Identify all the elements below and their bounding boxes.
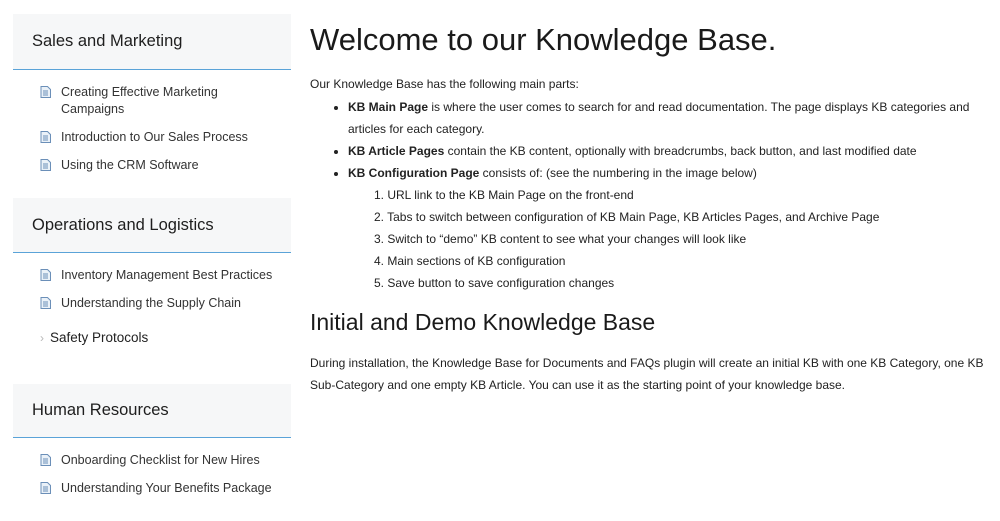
article-link[interactable]: Inventory Management Best Practices — [13, 267, 291, 284]
category-articles-list: Onboarding Checklist for New Hires Under… — [13, 438, 291, 497]
subcategory-title: Safety Protocols — [50, 330, 149, 345]
main-content: Welcome to our Knowledge Base. Our Knowl… — [310, 18, 995, 396]
document-icon — [40, 269, 51, 281]
list-item: KB Article Pages contain the KB content,… — [348, 140, 995, 162]
list-item: 5. Save button to save configuration cha… — [374, 276, 615, 290]
document-icon — [40, 297, 51, 309]
category-sales-and-marketing[interactable]: Sales and Marketing — [13, 14, 291, 70]
document-icon — [40, 482, 51, 494]
category-title: Human Resources — [32, 401, 169, 419]
document-icon — [40, 131, 51, 143]
article-title: Creating Effective Marketing Campaigns — [61, 85, 218, 116]
article-link[interactable]: Introduction to Our Sales Process — [13, 129, 291, 146]
article-link[interactable]: Understanding the Supply Chain — [13, 295, 291, 312]
article-link[interactable]: Understanding Your Benefits Package — [13, 480, 291, 497]
article-title: Onboarding Checklist for New Hires — [61, 453, 260, 467]
article-link[interactable]: Creating Effective Marketing Campaigns — [13, 84, 291, 118]
part-name: KB Main Page — [348, 100, 429, 114]
part-description: contain the KB content, optionally with … — [444, 144, 917, 158]
article-title: Understanding the Supply Chain — [61, 296, 241, 310]
article-link[interactable]: Using the CRM Software — [13, 157, 291, 174]
article-title: Introduction to Our Sales Process — [61, 130, 248, 144]
document-icon — [40, 454, 51, 466]
subcategory-safety-protocols[interactable]: › Safety Protocols — [13, 330, 291, 345]
part-name: KB Configuration Page — [348, 166, 480, 180]
part-description: is where the user comes to search for an… — [348, 100, 970, 136]
article-title: Understanding Your Benefits Package — [61, 481, 272, 495]
article-title: Inventory Management Best Practices — [61, 268, 273, 282]
body-paragraph: During installation, the Knowledge Base … — [310, 356, 984, 392]
list-item: KB Configuration Page consists of: (see … — [348, 162, 995, 294]
config-steps-list: 1. URL link to the KB Main Page on the f… — [348, 184, 995, 294]
category-articles-list: Creating Effective Marketing Campaigns I… — [13, 70, 291, 198]
list-item: 2. Tabs to switch between configuration … — [374, 210, 880, 224]
category-title: Sales and Marketing — [32, 32, 183, 50]
list-item: 1. URL link to the KB Main Page on the f… — [374, 188, 634, 202]
list-item: 3. Switch to “demo” KB content to see wh… — [374, 232, 747, 246]
category-articles-list: Inventory Management Best Practices Unde… — [13, 253, 291, 384]
section-heading: Initial and Demo Knowledge Base — [310, 309, 656, 335]
part-description: consists of: (see the numbering in the i… — [479, 166, 757, 180]
category-human-resources[interactable]: Human Resources — [13, 384, 291, 438]
list-item: 4. Main sections of KB configuration — [374, 254, 566, 268]
sidebar: Sales and Marketing Creating Effective M… — [13, 14, 291, 521]
article-link[interactable]: Onboarding Checklist for New Hires — [13, 452, 291, 469]
part-name: KB Article Pages — [348, 144, 445, 158]
chevron-right-icon: › — [40, 330, 44, 345]
article-title: Using the CRM Software — [61, 158, 199, 172]
page-title: Welcome to our Knowledge Base. — [310, 22, 777, 57]
category-operations-and-logistics[interactable]: Operations and Logistics — [13, 198, 291, 253]
document-icon — [40, 159, 51, 171]
document-icon — [40, 86, 51, 98]
intro-text: Our Knowledge Base has the following mai… — [310, 77, 579, 91]
category-title: Operations and Logistics — [32, 215, 214, 234]
parts-list: KB Main Page is where the user comes to … — [310, 96, 995, 294]
list-item: KB Main Page is where the user comes to … — [348, 96, 995, 140]
